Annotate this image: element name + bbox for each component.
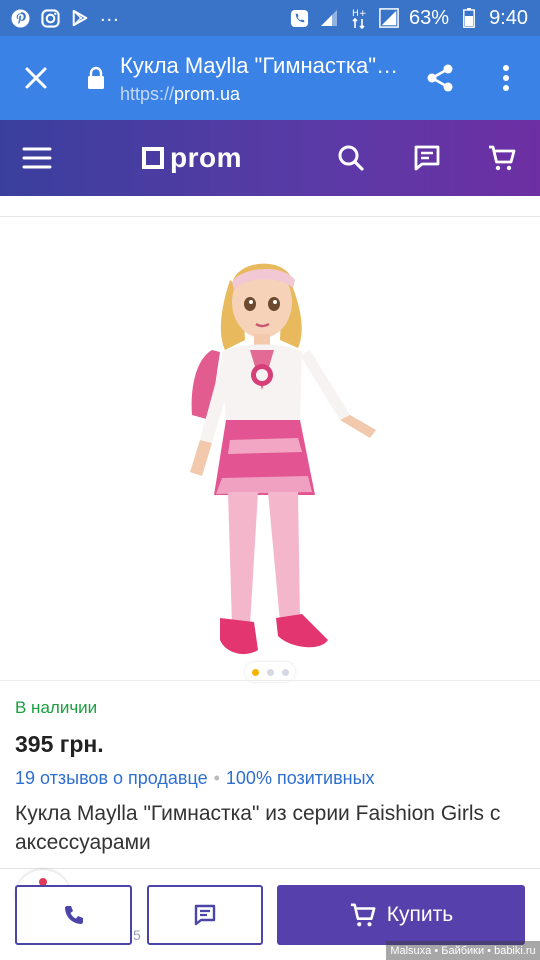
product-image	[190, 263, 376, 655]
chat-icon	[194, 904, 216, 926]
logo-mark-icon	[142, 147, 164, 169]
clock: 9:40	[489, 6, 528, 29]
messages-button[interactable]	[407, 138, 447, 178]
reviews-link[interactable]: 19 отзывов о продавце	[15, 768, 208, 788]
more-vert-icon	[503, 65, 509, 91]
close-icon	[25, 67, 47, 89]
url-scheme: https://	[120, 84, 175, 104]
instagram-icon	[40, 8, 60, 28]
lock-icon	[86, 66, 106, 90]
status-left: ...	[10, 4, 120, 28]
gallery-pagination	[245, 662, 295, 682]
battery-percent: 63%	[409, 6, 450, 29]
cart-icon	[350, 903, 376, 927]
search-icon	[338, 145, 364, 171]
more-menu-button[interactable]	[490, 60, 522, 96]
reviews-separator: •	[213, 768, 220, 788]
cart-button[interactable]	[482, 138, 522, 178]
divider	[0, 680, 540, 681]
notification-overflow: ...	[100, 3, 120, 26]
battery-icon	[459, 8, 479, 28]
availability-status: В наличии	[15, 698, 98, 717]
pinterest-icon	[10, 8, 30, 28]
product-gallery[interactable]	[0, 230, 540, 680]
pagination-dot[interactable]	[281, 668, 289, 676]
share-icon	[427, 64, 453, 92]
pagination-dot[interactable]	[266, 668, 274, 676]
product-title: Кукла Maylla "Гимнастка" из серии Faishi…	[15, 802, 501, 854]
signal-icon	[319, 8, 339, 28]
status-right: H + 63% 9:40	[289, 7, 528, 30]
chat-icon	[414, 145, 440, 171]
svg-text:H: H	[352, 9, 359, 19]
prom-logo[interactable]: prom	[142, 142, 242, 174]
cart-icon	[489, 145, 516, 171]
screen: ... H + 63% 9:40 Кукла Maylla "Гимнастка…	[0, 0, 540, 960]
svg-text:+: +	[359, 9, 367, 19]
signal-icon	[379, 8, 399, 28]
page-url: https://prom.ua	[120, 84, 240, 105]
positive-rating[interactable]: 100% позитивных	[226, 768, 375, 788]
url-host: prom.ua	[174, 84, 241, 104]
phone-icon	[64, 906, 83, 924]
divider	[0, 216, 540, 217]
message-button[interactable]	[147, 885, 263, 945]
peek-number: 5	[133, 927, 141, 943]
share-button[interactable]	[422, 60, 458, 96]
product-price: 395 грн.	[15, 731, 104, 757]
seller-reviews: 19 отзывов о продавце • 100% позитивных	[15, 768, 375, 789]
site-header: prom	[0, 120, 540, 196]
search-button[interactable]	[331, 138, 371, 178]
status-bar: ... H + 63% 9:40	[0, 0, 540, 36]
page-title: Кукла Maylla "Гимнастка" из серии Faishi…	[120, 53, 400, 78]
buy-button-label: Купить	[386, 903, 454, 926]
phone-call-icon	[289, 8, 309, 28]
data-ht-icon: H +	[349, 8, 369, 29]
menu-button[interactable]	[17, 138, 57, 178]
close-button[interactable]	[16, 58, 56, 98]
play-store-icon	[70, 8, 90, 28]
logo-text: prom	[170, 142, 242, 173]
call-button[interactable]	[15, 885, 132, 945]
menu-icon	[22, 147, 52, 169]
buy-button[interactable]: Купить	[277, 885, 525, 945]
browser-toolbar: Кукла Maylla "Гимнастка" из серии Faishi…	[0, 36, 540, 120]
watermark: Malsuxa • Байбики • babiki.ru	[386, 941, 540, 960]
pagination-dot-active[interactable]	[251, 668, 259, 676]
